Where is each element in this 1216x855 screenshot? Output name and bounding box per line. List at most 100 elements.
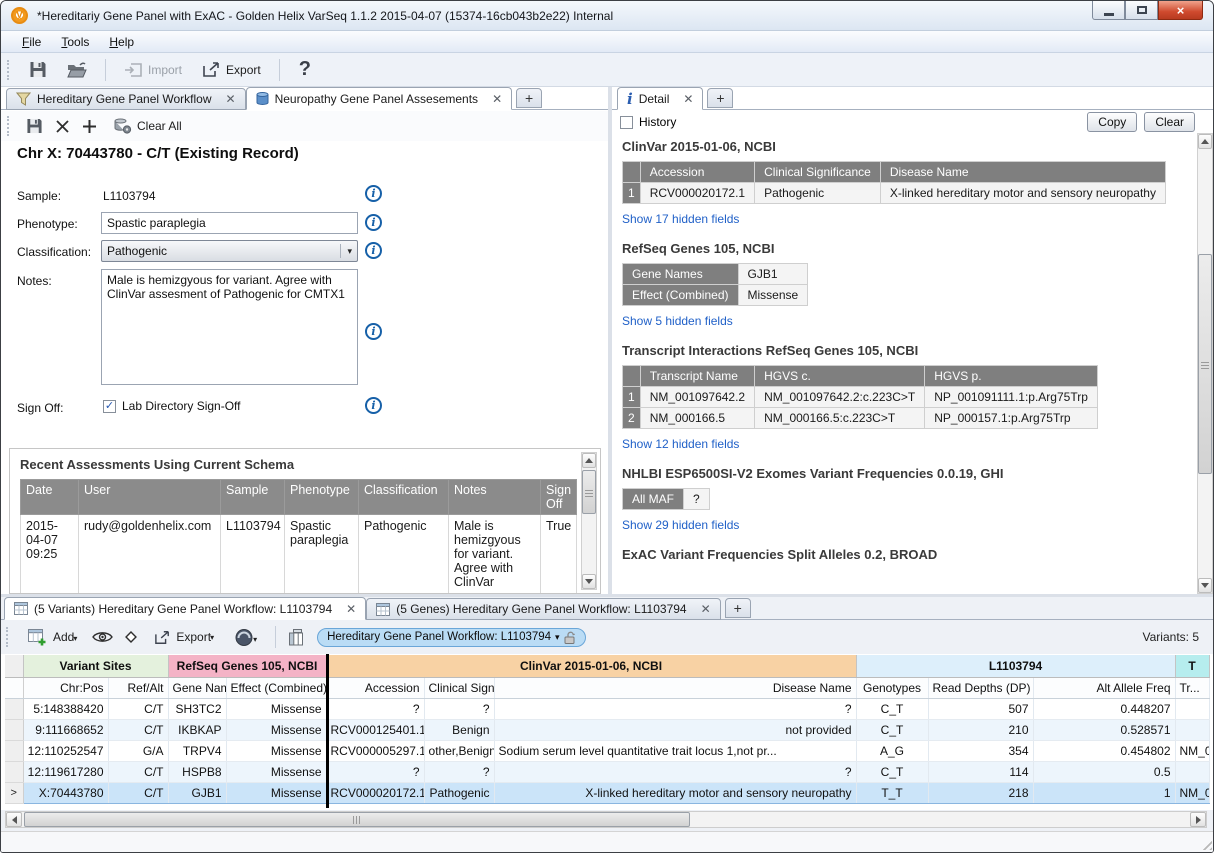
help-button[interactable]: ? — [293, 58, 317, 81]
info-icon[interactable]: i — [365, 185, 382, 202]
close-button[interactable]: × — [1158, 1, 1203, 20]
record-link[interactable]: NM_00 — [1175, 740, 1209, 761]
scroll-down-button[interactable] — [582, 574, 596, 589]
clear-all-button[interactable]: Clear All — [109, 115, 187, 137]
save-record-icon[interactable] — [26, 118, 43, 134]
classification-dropdown[interactable]: Pathogenic ▾ — [101, 240, 358, 262]
maximize-button[interactable] — [1125, 1, 1158, 20]
save-button[interactable] — [24, 58, 52, 81]
row-header[interactable]: > — [5, 782, 23, 803]
sample-scope-dropdown[interactable]: Hereditary Gene Panel Workflow: L1103794… — [317, 628, 585, 647]
record-link[interactable]: X:70443780 — [23, 782, 108, 803]
copy-button[interactable]: Copy — [1087, 112, 1137, 132]
scroll-left-button[interactable] — [6, 812, 22, 827]
record-link[interactable]: RCV000020172.1 — [640, 183, 754, 204]
scroll-up-button[interactable] — [1198, 134, 1212, 149]
tab-hereditary-gene-panel-workflow[interactable]: Hereditary Gene Panel Workflow ✕ — [6, 88, 246, 110]
add-record-icon[interactable] — [82, 119, 97, 134]
close-tab-icon[interactable]: ✕ — [701, 602, 711, 616]
tab-detail[interactable]: i Detail ✕ — [617, 87, 703, 110]
record-link[interactable]: 12:110252547 — [23, 740, 108, 761]
open-button[interactable] — [62, 58, 92, 81]
scroll-right-button[interactable] — [1190, 812, 1206, 827]
new-tab-button[interactable]: + — [707, 88, 733, 108]
table-row[interactable]: 9:111668652C/TIKBKAPMissenseRCV000125401… — [5, 719, 1209, 740]
record-link[interactable]: RCV000125401.1 — [326, 719, 424, 740]
info-icon[interactable]: i — [365, 242, 382, 259]
table-row[interactable]: 12:110252547G/ATRPV4MissenseRCV000005297… — [5, 740, 1209, 761]
clear-button[interactable]: Clear — [1144, 112, 1195, 132]
marker-diamond-icon[interactable] — [123, 629, 139, 645]
history-checkbox[interactable] — [620, 116, 633, 129]
notes-textarea[interactable]: Male is hemizgyous for variant. Agree wi… — [101, 269, 358, 385]
record-link[interactable]: 9:111668652 — [23, 719, 108, 740]
recent-scrollbar[interactable] — [581, 452, 597, 590]
record-link[interactable]: NM_000166.5 — [640, 408, 754, 429]
column-header[interactable]: Alt Allele Freq — [1033, 677, 1175, 698]
column-header[interactable]: Tr... — [1175, 677, 1209, 698]
new-tab-button[interactable]: + — [725, 598, 751, 618]
row-header[interactable] — [5, 719, 23, 740]
table-row[interactable]: 5:148388420C/TSH3TC2Missense???C_T5070.4… — [5, 698, 1209, 719]
column-chooser-icon[interactable] — [289, 629, 307, 646]
show-hidden-fields-link[interactable]: Show 29 hidden fields — [622, 518, 1193, 532]
scroll-down-button[interactable] — [1198, 578, 1212, 593]
export-table-button[interactable]: Export ▾ — [149, 627, 219, 648]
scrollbar-thumb[interactable] — [582, 470, 596, 514]
tab-neuropathy-gene-panel-assesements[interactable]: Neuropathy Gene Panel Assesements ✕ — [246, 87, 513, 110]
scrollbar-thumb[interactable] — [1198, 254, 1212, 474]
minimize-button[interactable] — [1092, 1, 1125, 20]
column-header[interactable]: Genotypes — [856, 677, 928, 698]
column-header[interactable]: Clinical Significa... — [424, 677, 494, 698]
scroll-up-button[interactable] — [582, 453, 596, 468]
visibility-eye-icon[interactable] — [92, 630, 113, 644]
column-header[interactable]: Gene Names — [168, 677, 226, 698]
record-link[interactable]: RCV000005297.1,R... — [326, 740, 424, 761]
menu-item-tools[interactable]: Tools — [52, 33, 98, 51]
column-header[interactable]: Chr:Pos — [23, 677, 108, 698]
horizontal-scrollbar[interactable] — [5, 811, 1207, 828]
menu-item-help[interactable]: Help — [100, 33, 143, 51]
export-button[interactable]: Export — [197, 58, 266, 81]
import-button[interactable]: Import — [119, 58, 187, 81]
delete-record-icon[interactable] — [55, 119, 70, 134]
tab-genes-table[interactable]: (5 Genes) Hereditary Gene Panel Workflow… — [366, 598, 720, 620]
scrollbar-thumb[interactable] — [24, 812, 690, 827]
show-hidden-fields-link[interactable]: Show 5 hidden fields — [622, 314, 1193, 328]
row-header[interactable] — [5, 761, 23, 782]
table-row[interactable]: 12:119617280C/THSPB8Missense???C_T1140.5 — [5, 761, 1209, 782]
new-tab-button[interactable]: + — [516, 88, 542, 108]
column-header[interactable]: Disease Name — [494, 677, 856, 698]
close-tab-icon[interactable]: ✕ — [683, 92, 693, 106]
info-icon[interactable]: i — [365, 397, 382, 414]
tab-variants-table[interactable]: (5 Variants) Hereditary Gene Panel Workf… — [4, 597, 366, 620]
show-hidden-fields-link[interactable]: Show 17 hidden fields — [622, 212, 1193, 226]
info-icon[interactable]: i — [365, 214, 382, 231]
table-row[interactable]: >X:70443780C/TGJB1MissenseRCV000020172.1… — [5, 782, 1209, 803]
info-icon[interactable]: i — [365, 323, 382, 340]
column-header[interactable]: Read Depths (DP) — [928, 677, 1033, 698]
close-tab-icon[interactable]: ✕ — [492, 92, 502, 106]
menu-item-file[interactable]: File — [13, 33, 50, 51]
close-tab-icon[interactable]: ✕ — [346, 602, 356, 616]
detail-scrollbar[interactable] — [1197, 133, 1213, 594]
row-header[interactable] — [5, 698, 23, 719]
maximize-icon — [1137, 6, 1147, 14]
close-tab-icon[interactable]: ✕ — [226, 92, 236, 106]
plot-button[interactable]: ▾ — [229, 625, 262, 650]
column-header[interactable]: Ref/Alt — [108, 677, 168, 698]
signoff-checkbox[interactable]: ✓ — [103, 400, 116, 413]
add-column-button[interactable]: Add ▾ — [23, 626, 82, 649]
phenotype-input[interactable] — [101, 212, 358, 234]
row-header[interactable] — [5, 740, 23, 761]
pinned-columns-divider[interactable] — [326, 654, 329, 808]
record-link[interactable]: 5:148388420 — [23, 698, 108, 719]
record-link[interactable]: NM_001097642.2 — [640, 387, 754, 408]
column-header[interactable]: Accession — [326, 677, 424, 698]
record-link[interactable]: 12:119617280 — [23, 761, 108, 782]
show-hidden-fields-link[interactable]: Show 12 hidden fields — [622, 437, 1193, 451]
column-header[interactable]: Effect (Combined) — [226, 677, 326, 698]
record-link[interactable]: RCV000020172.1 — [326, 782, 424, 803]
resize-grip[interactable] — [1199, 837, 1212, 850]
record-link[interactable]: NM_00 — [1175, 782, 1209, 803]
